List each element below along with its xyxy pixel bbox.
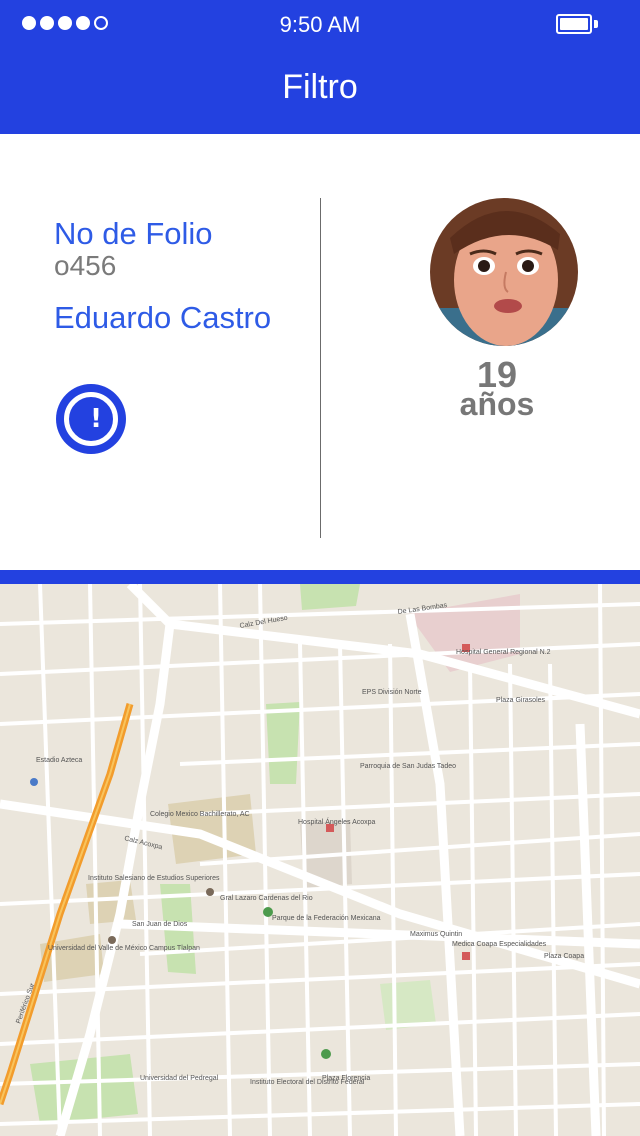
battery-tip	[594, 20, 598, 28]
person-name[interactable]: Eduardo Castro	[54, 300, 271, 336]
park-area-2	[266, 702, 300, 784]
status-time: 9:50 AM	[279, 12, 361, 37]
map-label: Hospital Ángeles Acoxpa	[298, 817, 376, 826]
vertical-divider	[320, 198, 321, 538]
map-label: Plaza Girasoles	[496, 697, 546, 704]
map-label: Universidad del Valle de México Campus T…	[48, 945, 200, 952]
map-label: Hospital General Regional N.2	[456, 649, 551, 656]
folio-label: No de Folio	[54, 216, 213, 251]
map-label: Plaza Coapa	[544, 953, 584, 960]
map-label: Parroquia de San Judas Tadeo	[360, 763, 456, 770]
app-header: 9:50 AM Filtro	[0, 0, 640, 134]
record-card: No de Folio o456 Eduardo Castro ! 19 año…	[0, 134, 640, 570]
map-label: Colegio Mexico Bachillerato, AC	[150, 811, 250, 818]
age-unit: años	[459, 386, 535, 422]
map-top-bar	[0, 570, 640, 584]
status-bar: 9:50 AM	[0, 0, 640, 52]
map-view[interactable]: De Las Bombas Calz Del Hueso Hospital Gene…	[0, 584, 640, 1136]
map-label: Medica Coapa Especialidades	[452, 941, 547, 948]
alert-circle-icon: !	[64, 392, 118, 446]
page-title: Filtro	[282, 68, 358, 106]
map-label: San Juan de Dios	[132, 921, 188, 928]
map-label: Gral Lazaro Cardenas del Rio	[220, 895, 313, 902]
map-label: Estadio Azteca	[36, 757, 82, 764]
map-label: Parque de la Federación Mexicana	[272, 915, 381, 922]
alert-button[interactable]: !	[56, 384, 126, 454]
folio-value: o456	[54, 250, 117, 281]
battery-icon	[556, 14, 592, 34]
map-label: Plaza Florencia	[322, 1075, 370, 1082]
map-label: EPS División Norte	[362, 689, 422, 696]
avatar	[430, 198, 578, 346]
map-label: Maximus Quintin	[410, 931, 462, 938]
map-label: Instituto Salesiano de Estudios Superior…	[88, 875, 220, 882]
map-canvas[interactable]: De Las BombasCalz Del HuesoHospital Gene…	[0, 584, 640, 1136]
map-label: Universidad del Pedregal	[140, 1075, 219, 1082]
park-area-3	[300, 584, 360, 610]
